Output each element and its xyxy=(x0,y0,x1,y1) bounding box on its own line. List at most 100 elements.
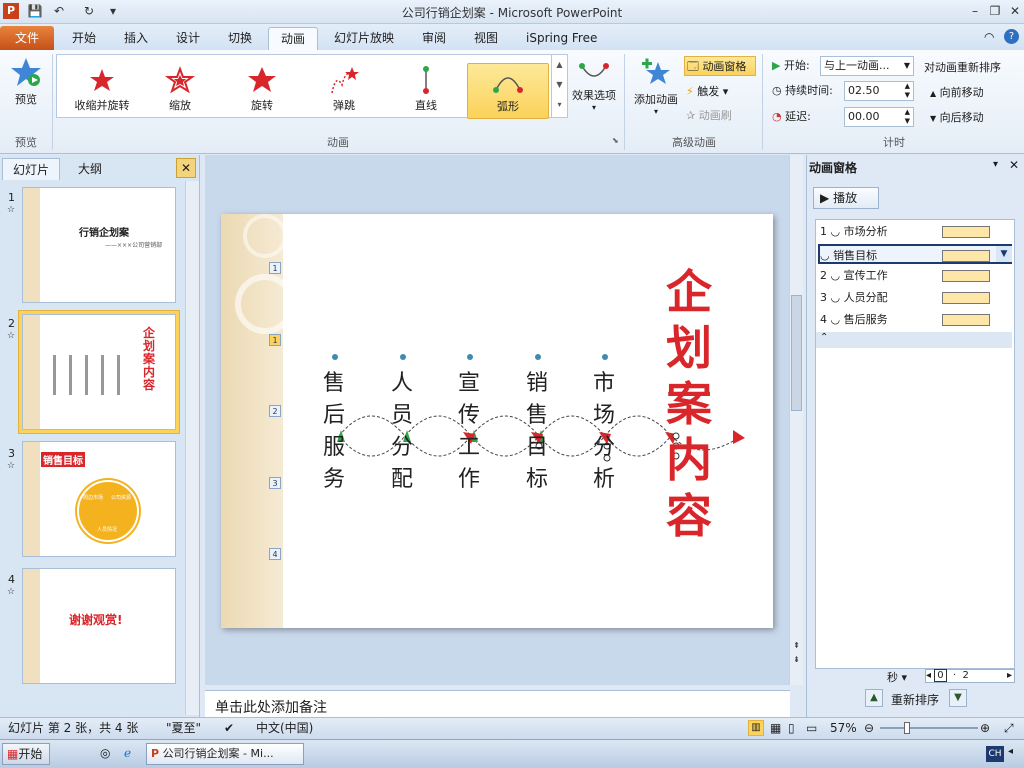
animation-pane-icon: 🗔 xyxy=(687,60,699,73)
effect-options-button[interactable]: 效果选项 ▾ xyxy=(568,58,620,112)
tab-file[interactable]: 文件 xyxy=(0,26,54,50)
add-animation-button[interactable]: 添加动画 ▾ xyxy=(630,56,682,116)
item-dropdown-icon[interactable]: ▼ xyxy=(996,246,1012,262)
move-later-button[interactable]: ▼ 向后移动 xyxy=(930,108,984,128)
effect-label: 旋转 xyxy=(251,99,273,112)
thumb-title: 销售目标 xyxy=(41,452,85,467)
edit-scrollbar[interactable]: ⇞ ⇟ xyxy=(789,155,803,685)
column-text-1[interactable]: 售后服务 xyxy=(319,368,349,496)
thumb-decor xyxy=(23,569,40,683)
sorter-view-icon[interactable]: ▦ xyxy=(770,718,781,738)
slide-title-vertical[interactable]: 企划案内容 xyxy=(661,264,717,544)
tab-ispring[interactable]: iSpring Free xyxy=(514,27,609,50)
duration-input[interactable]: 02.50 ▲ ▼ xyxy=(844,81,914,101)
animation-painter-label: 动画刷 xyxy=(698,109,732,122)
play-button[interactable]: ▶ 播放 xyxy=(813,187,879,209)
effect-shrink-turn[interactable]: 收缩并旋转 xyxy=(63,63,141,119)
fit-window-icon[interactable]: ⤢ xyxy=(1004,718,1014,738)
zoom-in-icon[interactable]: ⊕ xyxy=(980,718,990,738)
zoom-level[interactable]: 57% xyxy=(830,718,857,738)
slideshow-view-icon[interactable]: ▭ xyxy=(806,718,817,738)
effect-zoom[interactable]: 缩放 xyxy=(141,63,219,119)
tray-icon[interactable]: ◂ xyxy=(1008,746,1013,757)
animation-item[interactable]: 3 ◡ 人员分配 xyxy=(820,288,1014,308)
group-separator xyxy=(762,54,763,150)
effect-arc[interactable]: 弧形 xyxy=(467,63,549,119)
effect-options-label: 效果选项 xyxy=(572,89,616,102)
ime-indicator[interactable]: CH xyxy=(986,746,1004,762)
normal-view-icon[interactable]: ▥ xyxy=(748,720,764,736)
effect-line[interactable]: 直线 xyxy=(387,63,465,119)
prev-slide-icon[interactable]: ⇞ xyxy=(790,641,803,650)
animation-painter-button[interactable]: ✰ 动画刷 xyxy=(686,106,732,126)
next-slide-icon[interactable]: ⇟ xyxy=(790,655,803,664)
animation-item-selected[interactable]: ◡ 销售目标 ▼ xyxy=(818,244,1012,264)
animation-item[interactable]: 4 ◡ 售后服务 xyxy=(820,310,1014,330)
dialog-launcher-icon[interactable]: ⬊ xyxy=(612,136,619,145)
slide-number: 1 xyxy=(8,191,15,204)
animation-item[interactable]: 1 ◡ 市场分析 xyxy=(820,222,1014,242)
bullet-dot xyxy=(332,354,338,360)
close-icon[interactable]: ✕ xyxy=(1006,2,1024,20)
animation-pane-button[interactable]: 🗔 动画窗格 xyxy=(684,56,756,76)
chevron-down-icon: ▼ xyxy=(903,61,910,70)
effect-bounce[interactable]: 弹跳 xyxy=(305,63,383,119)
help-question-icon[interactable]: ? xyxy=(1004,29,1019,44)
tab-view[interactable]: 视图 xyxy=(462,27,510,50)
spellcheck-icon[interactable]: ✔ xyxy=(224,718,234,738)
trigger-label: 触发 xyxy=(697,85,720,98)
tab-outline[interactable]: 大纲 xyxy=(68,158,112,180)
column-text-5[interactable]: 市场分析 xyxy=(589,368,619,496)
help-icon[interactable]: ◠ xyxy=(984,30,994,44)
slide-thumbnail-3[interactable]: 销售目标 周边市场 公司资源 人员情况 xyxy=(22,441,176,557)
start-select[interactable]: 与上一动画... ▼ xyxy=(820,56,914,76)
zoom-thumb[interactable] xyxy=(904,722,910,734)
slide-thumbnail-1[interactable]: 行销企划案 ——×××公司营销部 xyxy=(22,187,176,303)
tab-home[interactable]: 开始 xyxy=(60,27,108,50)
tab-insert[interactable]: 插入 xyxy=(112,27,160,50)
gallery-scroll[interactable]: ▲ ▼ ▾ xyxy=(551,55,567,117)
reorder-down-button[interactable]: ▼ xyxy=(949,689,967,707)
minimize-icon[interactable]: – xyxy=(966,2,984,20)
column-text-2[interactable]: 人员分配 xyxy=(387,368,417,496)
slide-thumbnail-4[interactable]: 谢谢观赏! xyxy=(22,568,176,684)
column-text-4[interactable]: 销售目标 xyxy=(522,368,552,496)
quicklaunch-icon[interactable]: ◎ xyxy=(100,746,110,760)
pane-close-icon[interactable]: ✕ xyxy=(1009,158,1019,172)
tab-slides[interactable]: 幻灯片 xyxy=(2,158,61,180)
zoom-slider[interactable] xyxy=(880,727,978,729)
tab-slideshow[interactable]: 幻灯片放映 xyxy=(322,27,406,50)
effect-spin[interactable]: 旋转 xyxy=(223,63,301,119)
reorder-up-button[interactable]: ▲ xyxy=(865,689,883,707)
browser-icon[interactable]: ℯ xyxy=(124,746,131,760)
taskbar-window-button[interactable]: P 公司行销企划案 - Mi... xyxy=(146,743,304,765)
slide-thumbnail-2[interactable]: 企划案内容 xyxy=(22,314,176,430)
zoom-out-icon[interactable]: ⊖ xyxy=(864,718,874,738)
theme-name[interactable]: "夏至" xyxy=(166,718,201,738)
slide-canvas[interactable]: 1 1 2 3 4 售后服务 人员分配 宣传工作 销售目标 市场分析 企划案内容 xyxy=(221,214,773,628)
collapse-icon[interactable]: ⌃ xyxy=(816,332,1012,348)
scale-left-icon[interactable]: ◂ xyxy=(926,670,931,681)
tab-animations[interactable]: 动画 xyxy=(268,27,319,50)
pane-menu-icon[interactable]: ▾ xyxy=(993,159,998,170)
animation-item[interactable]: 2 ◡ 宣传工作 xyxy=(820,266,1014,286)
scroll-thumb[interactable] xyxy=(791,295,802,411)
timeline-seconds-select[interactable]: 秒 ▾ xyxy=(887,669,907,685)
language[interactable]: 中文(中国) xyxy=(256,718,313,738)
trigger-button[interactable]: ⚡ 触发 ▾ xyxy=(686,82,728,102)
restore-icon[interactable]: ❐ xyxy=(986,2,1004,20)
reading-view-icon[interactable]: ▯ xyxy=(788,718,795,738)
scale-right-icon[interactable]: ▸ xyxy=(1007,670,1012,682)
tab-review[interactable]: 审阅 xyxy=(410,27,458,50)
column-text-3[interactable]: 宣传工作 xyxy=(454,368,484,496)
close-pane-icon[interactable]: ✕ xyxy=(176,158,196,178)
shrink-turn-icon xyxy=(90,69,114,91)
delay-input[interactable]: 00.00 ▲ ▼ xyxy=(844,107,914,127)
start-button[interactable]: ▦开始 xyxy=(2,743,50,765)
notes-placeholder[interactable]: 单击此处添加备注 xyxy=(205,690,790,718)
preview-button[interactable]: 预览 xyxy=(4,56,48,116)
slides-scrollbar[interactable] xyxy=(185,181,199,715)
move-earlier-button[interactable]: ▲ 向前移动 xyxy=(930,83,984,103)
tab-design[interactable]: 设计 xyxy=(164,27,212,50)
tab-transitions[interactable]: 切换 xyxy=(216,27,264,50)
